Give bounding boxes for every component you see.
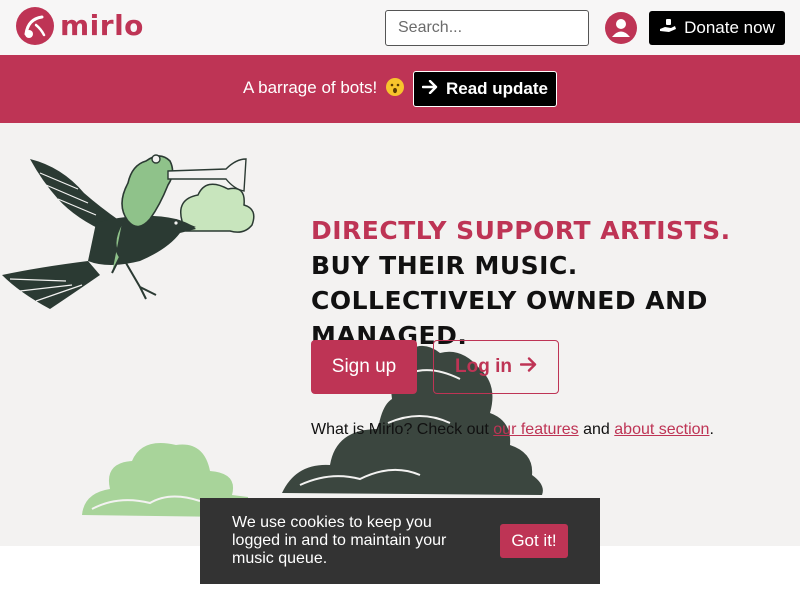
logo-text: mirlo: [60, 9, 144, 42]
headline-rest: Buy their music. Collectively owned and …: [311, 251, 708, 350]
whatis-text: What is Mirlo? Check out our features an…: [311, 421, 714, 439]
hero-section: Directly support artists. Buy their musi…: [0, 123, 800, 546]
banner-text: A barrage of bots!: [243, 78, 378, 97]
hero-headline: Directly support artists. Buy their musi…: [311, 213, 781, 353]
user-icon[interactable]: [605, 12, 637, 44]
signup-button[interactable]: Sign up: [311, 340, 417, 394]
arrow-right-icon: [421, 79, 438, 99]
about-link[interactable]: about section: [614, 421, 709, 438]
login-button[interactable]: Log in: [433, 340, 559, 394]
read-update-label: Read update: [445, 79, 549, 98]
whatis-suffix: .: [709, 421, 714, 438]
whatis-mid: and: [578, 421, 615, 438]
donate-label: Donate now: [684, 18, 775, 37]
whatis-prefix: What is Mirlo? Check out: [311, 421, 494, 438]
read-update-button[interactable]: Read update: [413, 71, 557, 107]
search-input[interactable]: [385, 10, 589, 46]
login-label: Log in: [455, 356, 512, 377]
headline-accent: Directly support artists.: [311, 216, 731, 245]
logo[interactable]: mirlo: [16, 7, 144, 45]
surprised-emoji-icon: [385, 78, 404, 96]
cookie-accept-button[interactable]: Got it!: [500, 524, 568, 558]
cookie-text: We use cookies to keep you logged in and…: [232, 514, 447, 567]
banner-text-wrap: A barrage of bots!: [243, 78, 404, 98]
site-header: mirlo Donate now: [0, 0, 800, 55]
announcement-banner: A barrage of bots! Read update: [0, 55, 800, 123]
arrow-right-icon: [519, 356, 537, 378]
donate-button[interactable]: Donate now: [649, 11, 785, 45]
mirlo-logo-icon: [16, 7, 54, 45]
donate-hand-icon: [659, 17, 677, 40]
features-link[interactable]: our features: [493, 421, 578, 438]
cookie-banner: We use cookies to keep you logged in and…: [200, 498, 600, 584]
